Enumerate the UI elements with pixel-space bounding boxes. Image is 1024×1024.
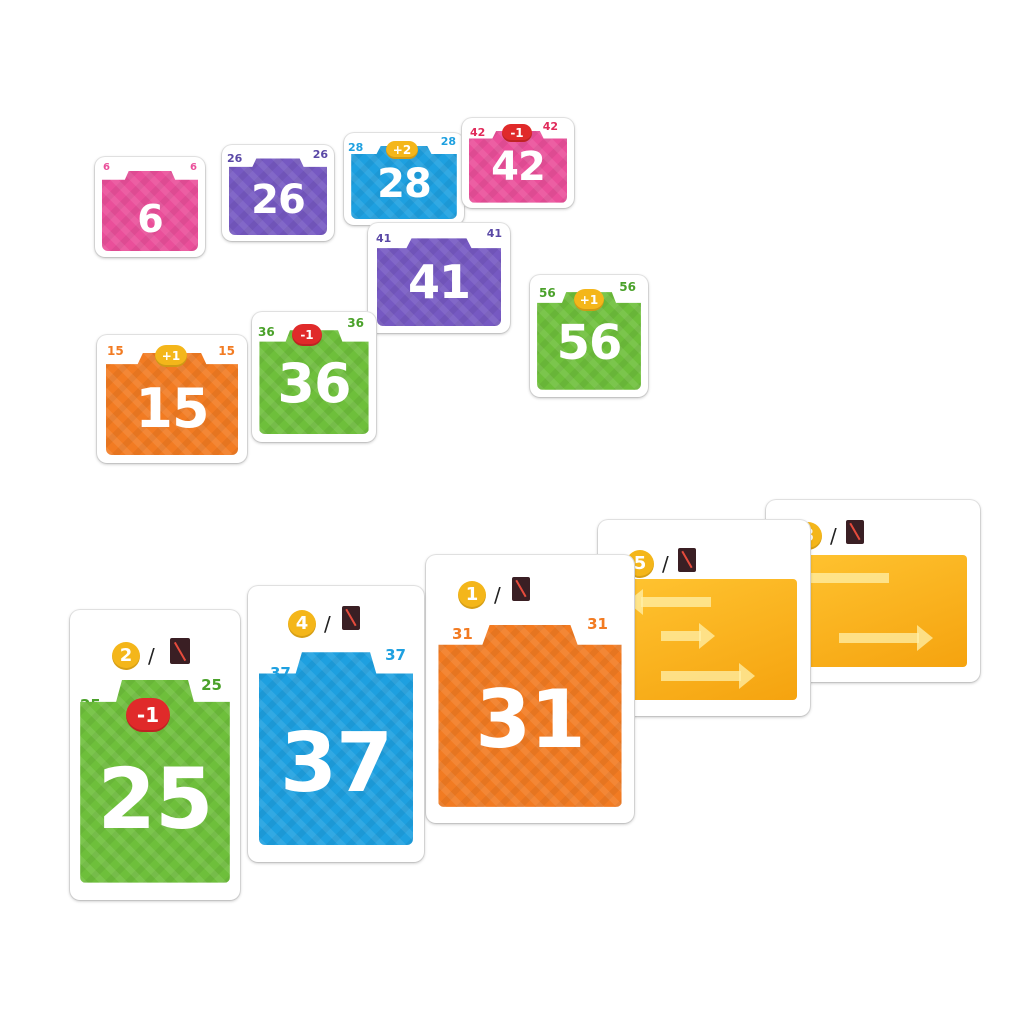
cost-coin: 4: [288, 610, 316, 638]
right-arrow-icon: [660, 622, 715, 649]
card-number: 31: [475, 673, 585, 766]
deck-icon: [846, 520, 864, 544]
corner-number-left: 6: [103, 162, 110, 173]
corner-number-left: 28: [348, 141, 364, 154]
card-number: 41: [407, 255, 471, 309]
card-number: 36: [277, 352, 351, 415]
corner-number-right: 6: [190, 162, 197, 173]
card-15[interactable]: 15 15 +1 15: [97, 335, 247, 463]
corner-number-right: 28: [440, 135, 456, 148]
corner-number-left: 15: [107, 344, 124, 358]
deck-icon: [170, 638, 190, 664]
corner-number-right: 42: [542, 120, 558, 133]
deck-icon: [678, 548, 696, 572]
deck-icon: [512, 577, 530, 601]
corner-number-right: 41: [486, 227, 502, 240]
slash: /: [830, 524, 837, 548]
card-6[interactable]: 6 6 6: [95, 157, 205, 257]
card-26[interactable]: 26 26 26: [222, 145, 334, 241]
corner-number-left: 42: [470, 126, 486, 139]
modifier-badge: -1: [292, 324, 322, 346]
card-28[interactable]: 28 28 +2 28: [344, 133, 464, 225]
right-arrow-icon: [660, 662, 755, 689]
hand-card-31[interactable]: 1 / 31 31 31: [426, 555, 634, 823]
slash: /: [148, 644, 155, 668]
slash: /: [662, 552, 669, 576]
card-number: 42: [491, 144, 546, 190]
card-42[interactable]: 42 42 -1 42: [462, 118, 574, 208]
corner-number-left: 41: [376, 232, 392, 245]
card-number: 28: [377, 161, 432, 207]
card-number: 26: [251, 177, 306, 223]
slash: /: [324, 612, 331, 636]
corner-number-right: 37: [385, 646, 406, 664]
corner-number-right: 56: [619, 280, 636, 294]
card-56[interactable]: 56 56 +1 56: [530, 275, 648, 397]
card-36[interactable]: 36 36 -1 36: [252, 312, 376, 442]
hand-card-25[interactable]: 2 / 25 25 -1 25: [70, 610, 240, 900]
card-number: 25: [97, 750, 214, 848]
hand-card-37[interactable]: 4 / 37 37 37: [248, 586, 424, 862]
arrows-panel: [610, 578, 798, 701]
card-number: 56: [556, 315, 623, 371]
left-arrow-icon: [626, 588, 711, 615]
corner-number-right: 36: [347, 316, 364, 330]
modifier-badge: +2: [386, 141, 418, 159]
deck-icon: [342, 606, 360, 630]
right-arrow-icon: [838, 624, 933, 651]
card-number: 37: [279, 716, 393, 811]
cost-coin: 1: [458, 581, 486, 609]
corner-number-left: 31: [452, 625, 473, 643]
modifier-badge: -1: [126, 698, 170, 732]
left-arrow-icon: [794, 564, 889, 591]
modifier-badge: -1: [502, 124, 532, 142]
card-number: 15: [135, 377, 209, 440]
modifier-badge: +1: [574, 289, 604, 311]
card-41[interactable]: 41 41 41: [368, 223, 510, 333]
corner-number-right: 15: [218, 344, 235, 358]
corner-number-right: 26: [312, 148, 328, 161]
corner-number-left: 26: [227, 152, 243, 165]
modifier-badge: +1: [155, 345, 187, 367]
corner-number-left: 36: [258, 325, 275, 339]
corner-number-left: 56: [539, 286, 556, 300]
corner-number-right: 31: [587, 615, 608, 633]
slash: /: [494, 583, 501, 607]
cost-coin: 2: [112, 642, 140, 670]
card-number: 6: [137, 197, 163, 241]
corner-number-right: 25: [201, 676, 222, 694]
